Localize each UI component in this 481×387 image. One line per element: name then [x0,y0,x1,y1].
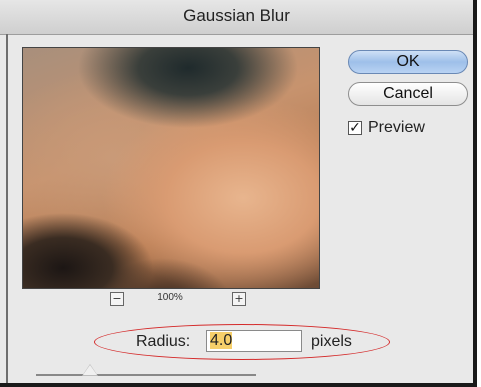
radius-control: Radius: 4.0 pixels [94,324,390,360]
plus-icon: + [234,292,244,305]
radius-value: 4.0 [210,332,233,349]
checkmark-icon: ✓ [349,120,361,136]
dialog-title: Gaussian Blur [183,6,290,25]
dialog-titlebar[interactable]: Gaussian Blur [0,0,473,35]
cancel-button[interactable]: Cancel [348,82,468,106]
ok-button[interactable]: OK [348,50,468,74]
radius-label: Radius: [136,333,191,350]
minus-icon: − [112,292,122,305]
zoom-in-button[interactable]: + [232,292,246,306]
blur-preview-image[interactable] [22,47,320,289]
radius-slider-thumb[interactable] [82,364,98,376]
gaussian-blur-dialog: Gaussian Blur − 100% + Radius: 4.0 pixel… [0,0,477,387]
preview-label: Preview [368,119,425,136]
preview-checkbox[interactable]: ✓ [348,121,362,135]
zoom-controls: − 100% + [22,290,318,308]
zoom-level: 100% [157,292,183,303]
radius-unit: pixels [311,333,352,350]
window-edge [6,34,8,383]
radius-slider-track[interactable] [36,374,256,376]
radius-input[interactable]: 4.0 [206,330,302,352]
zoom-out-button[interactable]: − [110,292,124,306]
